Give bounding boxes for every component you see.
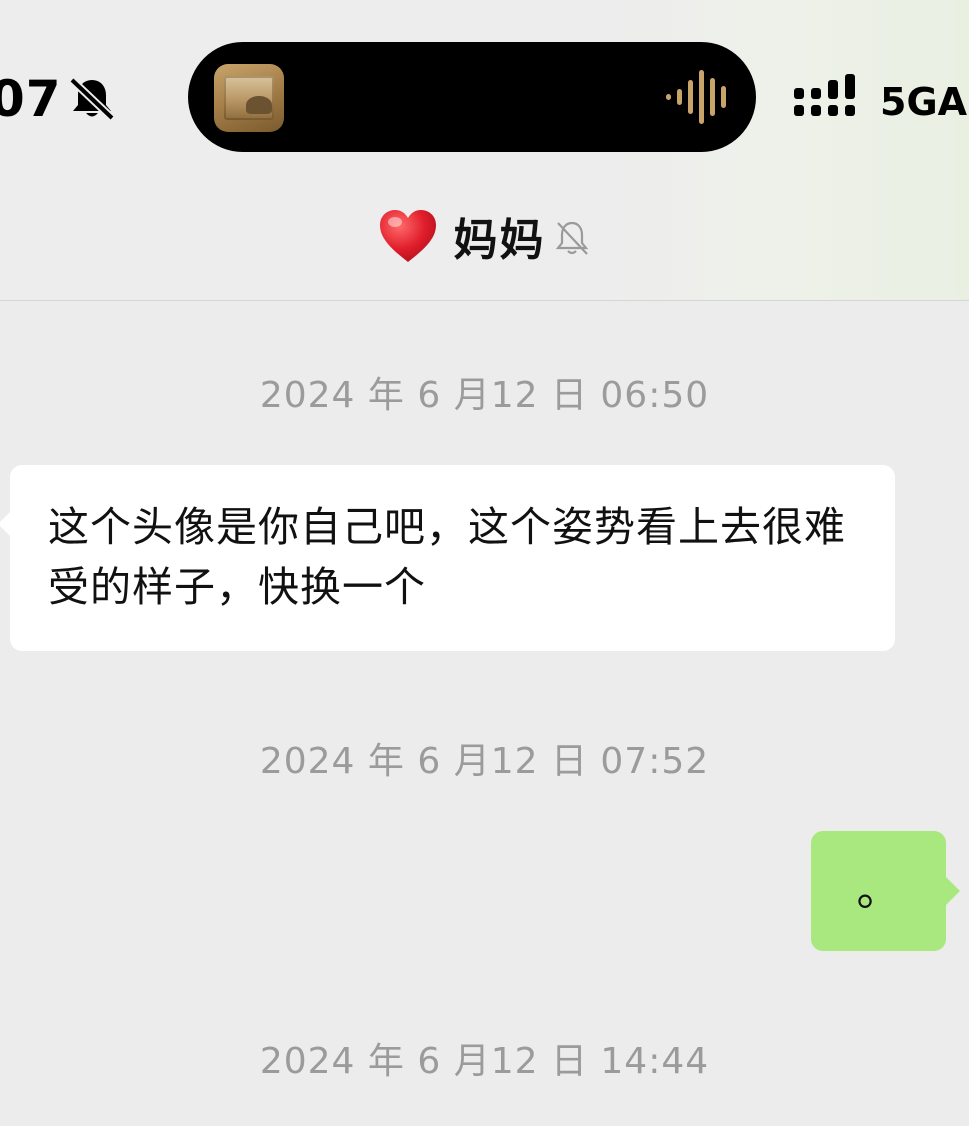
bell-slash-icon (69, 77, 115, 121)
chat-title-bar[interactable]: 妈妈 (0, 204, 969, 268)
chat-title: 妈妈 (453, 215, 546, 266)
incoming-message-bubble[interactable]: 这个头像是你自己吧，这个姿势看上去很难受的样子，快换一个 (0, 465, 895, 651)
outgoing-message-bubble[interactable]: 。 (811, 831, 960, 951)
status-time: 07 (0, 70, 62, 128)
message-timestamp: 2024 年 6 月12 日 07:52 (259, 741, 710, 782)
header-divider (0, 300, 969, 301)
message-timestamp: 2024 年 6 月12 日 14:44 (259, 1041, 710, 1082)
dynamic-island[interactable] (188, 42, 756, 152)
message-timestamp: 2024 年 6 月12 日 06:50 (259, 375, 710, 416)
chat-screen: 07 5GA 妈妈 2024 年 6 月12 日 06:50 这个头像是你自己吧… (0, 0, 969, 1126)
network-type: 5GA (880, 80, 968, 124)
bell-slash-icon (555, 221, 588, 255)
audio-waveform-icon (666, 70, 726, 124)
heart-icon (379, 210, 436, 262)
now-playing-artwork[interactable] (214, 64, 284, 132)
outgoing-message-text: 。 (856, 865, 901, 916)
incoming-message-text: 这个头像是你自己吧，这个姿势看上去很难受的样子，快换一个 (48, 503, 846, 611)
signal-bars-icon (794, 74, 855, 116)
